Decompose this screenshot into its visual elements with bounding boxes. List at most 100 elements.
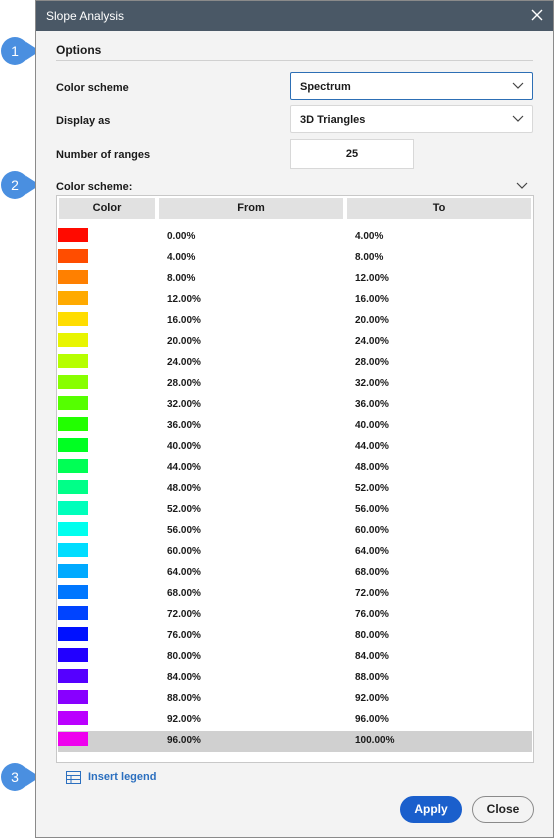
table-row[interactable]: 80.00% 84.00% xyxy=(58,647,532,668)
color-scheme-value: Spectrum xyxy=(300,81,351,93)
to-value: 32.00% xyxy=(355,378,389,389)
from-value: 96.00% xyxy=(167,735,201,746)
color-swatch[interactable] xyxy=(58,228,88,242)
to-value: 24.00% xyxy=(355,336,389,347)
from-value: 72.00% xyxy=(167,609,201,620)
table-row[interactable]: 72.00% 76.00% xyxy=(58,605,532,626)
column-header-from[interactable]: From xyxy=(159,198,343,219)
table-row[interactable]: 96.00% 100.00% xyxy=(58,731,532,752)
table-row[interactable]: 4.00% 8.00% xyxy=(58,248,532,269)
table-row[interactable]: 88.00% 92.00% xyxy=(58,689,532,710)
to-value: 64.00% xyxy=(355,546,389,557)
from-value: 76.00% xyxy=(167,630,201,641)
color-swatch[interactable] xyxy=(58,564,88,578)
color-swatch[interactable] xyxy=(58,501,88,515)
table-row[interactable]: 48.00% 52.00% xyxy=(58,479,532,500)
to-value: 20.00% xyxy=(355,315,389,326)
table-row[interactable]: 68.00% 72.00% xyxy=(58,584,532,605)
from-value: 60.00% xyxy=(167,546,201,557)
chevron-down-icon xyxy=(512,82,524,89)
color-swatch[interactable] xyxy=(58,459,88,473)
options-divider xyxy=(56,60,533,61)
table-row[interactable]: 52.00% 56.00% xyxy=(58,500,532,521)
from-value: 32.00% xyxy=(167,399,201,410)
table-row[interactable]: 8.00% 12.00% xyxy=(58,269,532,290)
apply-button[interactable]: Apply xyxy=(400,796,462,823)
to-value: 12.00% xyxy=(355,273,389,284)
table-row[interactable]: 60.00% 64.00% xyxy=(58,542,532,563)
number-of-ranges-label: Number of ranges xyxy=(56,149,151,161)
to-value: 36.00% xyxy=(355,399,389,410)
close-button[interactable]: Close xyxy=(472,796,534,823)
color-ranges-table: Color From To 0.00% 4.00% 4.00% 8.00% 8.00% 1… xyxy=(56,195,534,763)
column-header-to[interactable]: To xyxy=(347,198,531,219)
from-value: 36.00% xyxy=(167,420,201,431)
to-value: 52.00% xyxy=(355,483,389,494)
options-section-title: Options xyxy=(56,43,102,57)
color-swatch[interactable] xyxy=(58,606,88,620)
table-row[interactable]: 44.00% 48.00% xyxy=(58,458,532,479)
chevron-down-icon[interactable] xyxy=(516,182,528,190)
color-swatch[interactable] xyxy=(58,438,88,452)
color-swatch[interactable] xyxy=(58,522,88,536)
color-scheme-dropdown[interactable]: Spectrum xyxy=(290,72,533,100)
window-title: Slope Analysis xyxy=(46,9,125,23)
from-value: 44.00% xyxy=(167,462,201,473)
table-row[interactable]: 0.00% 4.00% xyxy=(58,227,532,248)
color-swatch[interactable] xyxy=(58,543,88,557)
table-row[interactable]: 32.00% 36.00% xyxy=(58,395,532,416)
close-icon[interactable] xyxy=(529,7,545,23)
table-row[interactable]: 16.00% 20.00% xyxy=(58,311,532,332)
from-value: 80.00% xyxy=(167,651,201,662)
color-swatch[interactable] xyxy=(58,312,88,326)
table-row[interactable]: 24.00% 28.00% xyxy=(58,353,532,374)
number-of-ranges-input[interactable]: 25 xyxy=(290,139,414,169)
to-value: 40.00% xyxy=(355,420,389,431)
callout-1: 1 xyxy=(1,37,29,65)
color-swatch[interactable] xyxy=(58,354,88,368)
color-swatch[interactable] xyxy=(58,711,88,725)
display-as-label: Display as xyxy=(56,115,111,127)
from-value: 64.00% xyxy=(167,567,201,578)
callout-3: 3 xyxy=(1,763,29,791)
to-value: 16.00% xyxy=(355,294,389,305)
color-swatch[interactable] xyxy=(58,690,88,704)
table-row[interactable]: 84.00% 88.00% xyxy=(58,668,532,689)
display-as-value: 3D Triangles xyxy=(300,114,366,126)
to-value: 100.00% xyxy=(355,735,395,746)
color-swatch[interactable] xyxy=(58,732,88,746)
table-row[interactable]: 64.00% 68.00% xyxy=(58,563,532,584)
color-swatch[interactable] xyxy=(58,396,88,410)
table-row[interactable]: 36.00% 40.00% xyxy=(58,416,532,437)
to-value: 8.00% xyxy=(355,252,384,263)
from-value: 56.00% xyxy=(167,525,201,536)
display-as-dropdown[interactable]: 3D Triangles xyxy=(290,105,533,133)
table-row[interactable]: 20.00% 24.00% xyxy=(58,332,532,353)
to-value: 80.00% xyxy=(355,630,389,641)
from-value: 68.00% xyxy=(167,588,201,599)
table-header: Color From To xyxy=(57,196,533,221)
table-row[interactable]: 28.00% 32.00% xyxy=(58,374,532,395)
column-header-color[interactable]: Color xyxy=(59,198,155,219)
color-swatch[interactable] xyxy=(58,648,88,662)
color-swatch[interactable] xyxy=(58,669,88,683)
color-swatch[interactable] xyxy=(58,375,88,389)
to-value: 44.00% xyxy=(355,441,389,452)
color-swatch[interactable] xyxy=(58,249,88,263)
color-swatch[interactable] xyxy=(58,627,88,641)
color-swatch[interactable] xyxy=(58,291,88,305)
to-value: 92.00% xyxy=(355,693,389,704)
color-swatch[interactable] xyxy=(58,417,88,431)
table-row[interactable]: 92.00% 96.00% xyxy=(58,710,532,731)
color-swatch[interactable] xyxy=(58,333,88,347)
color-swatch[interactable] xyxy=(58,480,88,494)
color-swatch[interactable] xyxy=(58,585,88,599)
table-row[interactable]: 56.00% 60.00% xyxy=(58,521,532,542)
title-bar: Slope Analysis xyxy=(36,1,553,31)
table-row[interactable]: 40.00% 44.00% xyxy=(58,437,532,458)
color-scheme-label: Color scheme xyxy=(56,82,129,94)
table-row[interactable]: 12.00% 16.00% xyxy=(58,290,532,311)
to-value: 60.00% xyxy=(355,525,389,536)
color-swatch[interactable] xyxy=(58,270,88,284)
table-row[interactable]: 76.00% 80.00% xyxy=(58,626,532,647)
